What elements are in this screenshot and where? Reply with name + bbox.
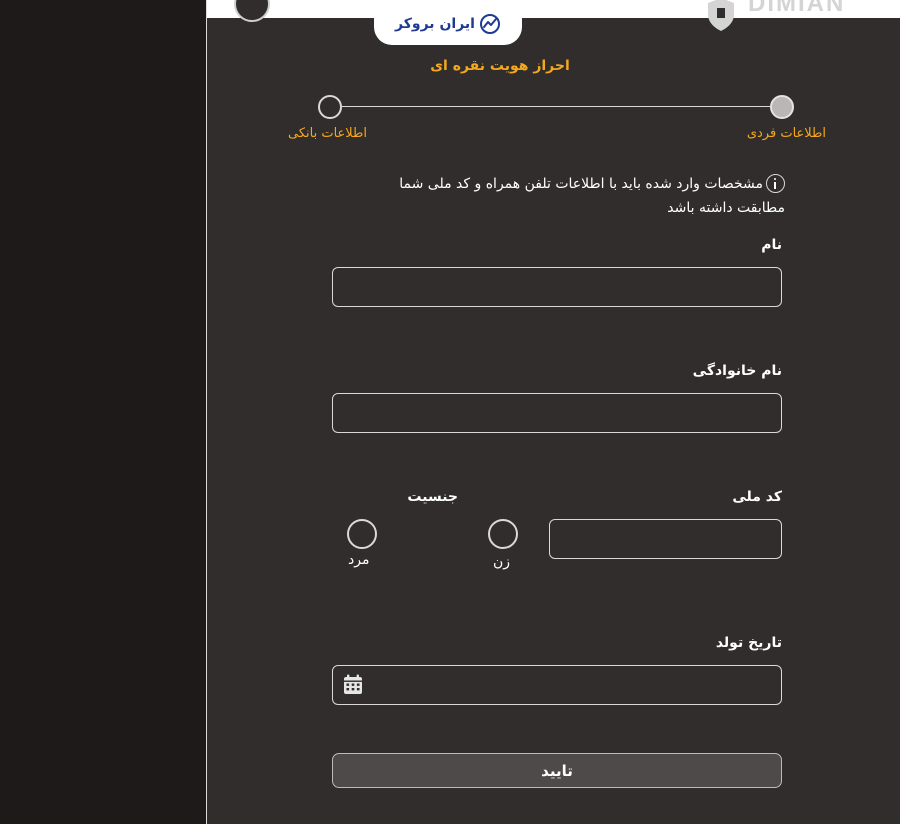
last-name-input[interactable] xyxy=(332,393,782,433)
gender-radio-female-label: زن xyxy=(493,554,511,570)
brand-logo[interactable]: ایران بروکر xyxy=(374,2,522,45)
gender-label: جنسیت xyxy=(407,489,458,505)
first-name-label: نام xyxy=(761,237,782,253)
national-code-input[interactable] xyxy=(549,519,782,559)
left-panel xyxy=(0,0,206,824)
gender-radio-male-label: مرد xyxy=(348,552,370,568)
calendar-icon[interactable] xyxy=(343,674,363,695)
gender-radio-female[interactable] xyxy=(488,519,518,549)
last-name-label: نام خانوادگی xyxy=(692,363,782,379)
step-label-personal: اطلاعات فردی xyxy=(746,126,826,141)
corner-brand-text: DIMIAN xyxy=(748,0,846,17)
step-dot-personal xyxy=(770,95,794,119)
chart-trend-icon xyxy=(479,13,500,34)
panel-divider xyxy=(206,0,207,824)
page-title: احراز هویت نقره ای xyxy=(430,58,570,74)
info-icon xyxy=(766,173,785,193)
stepper-line xyxy=(342,106,770,107)
back-button[interactable] xyxy=(234,0,270,22)
step-dot-bank xyxy=(318,95,342,119)
first-name-input[interactable] xyxy=(332,267,782,307)
notice-text: مشخصات وارد شده باید با اطلاعات تلفن همر… xyxy=(399,176,785,216)
step-label-bank: اطلاعات بانکی xyxy=(288,126,368,141)
shield-logo-icon xyxy=(708,0,734,31)
submit-button[interactable]: تایید xyxy=(332,753,782,788)
brand-logo-text: ایران بروکر xyxy=(395,15,475,32)
birth-date-label: تاریخ تولد xyxy=(715,635,782,651)
notice-message: مشخصات وارد شده باید با اطلاعات تلفن همر… xyxy=(355,172,785,220)
national-code-label: کد ملی xyxy=(732,489,782,505)
birth-date-input[interactable] xyxy=(332,665,782,705)
gender-radio-male[interactable] xyxy=(347,519,377,549)
corner-brand: DIMIAN xyxy=(704,0,894,32)
